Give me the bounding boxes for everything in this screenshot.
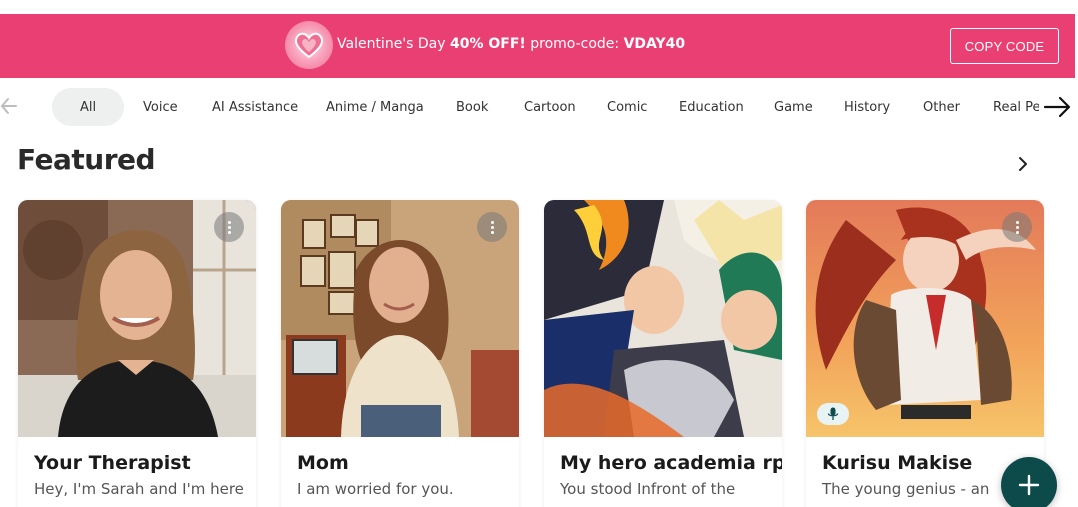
card-description: You stood Infront of the	[560, 480, 736, 498]
section-title: Featured	[17, 143, 156, 176]
category-comic[interactable]: Comic	[607, 88, 647, 126]
microphone-icon	[817, 403, 849, 425]
create-button[interactable]	[1001, 457, 1057, 507]
category-game[interactable]: Game	[774, 88, 813, 126]
category-ai-assistance[interactable]: AI Assistance	[212, 88, 298, 126]
card-description: I am worried for you.	[297, 480, 454, 498]
arrow-right-icon[interactable]	[1042, 94, 1072, 120]
category-voice[interactable]: Voice	[143, 88, 178, 126]
character-image	[544, 200, 782, 437]
category-cartoon[interactable]: Cartoon	[524, 88, 576, 126]
category-all[interactable]: All	[52, 88, 124, 126]
card-title: Kurisu Makise	[822, 452, 973, 474]
category-anime-manga[interactable]: Anime / Manga	[326, 88, 424, 126]
category-book[interactable]: Book	[456, 88, 488, 126]
chevron-right-icon[interactable]	[1014, 153, 1032, 175]
category-education[interactable]: Education	[679, 88, 744, 126]
character-card[interactable]: Kurisu Makise The young genius - an	[806, 200, 1044, 507]
category-bar: All Voice AI Assistance Anime / Manga Bo…	[0, 86, 1078, 128]
arrow-left-icon[interactable]	[0, 94, 20, 118]
character-card[interactable]: Your Therapist Hey, I'm Sarah and I'm he…	[18, 200, 256, 507]
plus-icon	[1018, 474, 1040, 496]
card-description: Hey, I'm Sarah and I'm here	[34, 480, 244, 498]
more-options-icon[interactable]	[477, 212, 507, 242]
category-history[interactable]: History	[844, 88, 890, 126]
copy-code-button[interactable]: COPY CODE	[950, 28, 1059, 64]
card-title: Mom	[297, 452, 349, 474]
card-title: Your Therapist	[34, 452, 191, 474]
promo-text: Valentine's Day 40% OFF! promo-code: VDA…	[337, 36, 686, 52]
promo-banner: Valentine's Day 40% OFF! promo-code: VDA…	[0, 14, 1075, 78]
more-options-icon[interactable]	[214, 212, 244, 242]
heart-icon	[285, 21, 333, 69]
more-options-icon[interactable]	[1002, 212, 1032, 242]
category-other[interactable]: Other	[923, 88, 960, 126]
character-card[interactable]: Mom I am worried for you.	[281, 200, 519, 507]
card-title: My hero academia rp	[560, 452, 782, 474]
category-real-people[interactable]: Real Pe	[993, 88, 1039, 126]
character-card[interactable]: My hero academia rp You stood Infront of…	[544, 200, 782, 507]
card-description: The young genius - an	[822, 480, 990, 498]
